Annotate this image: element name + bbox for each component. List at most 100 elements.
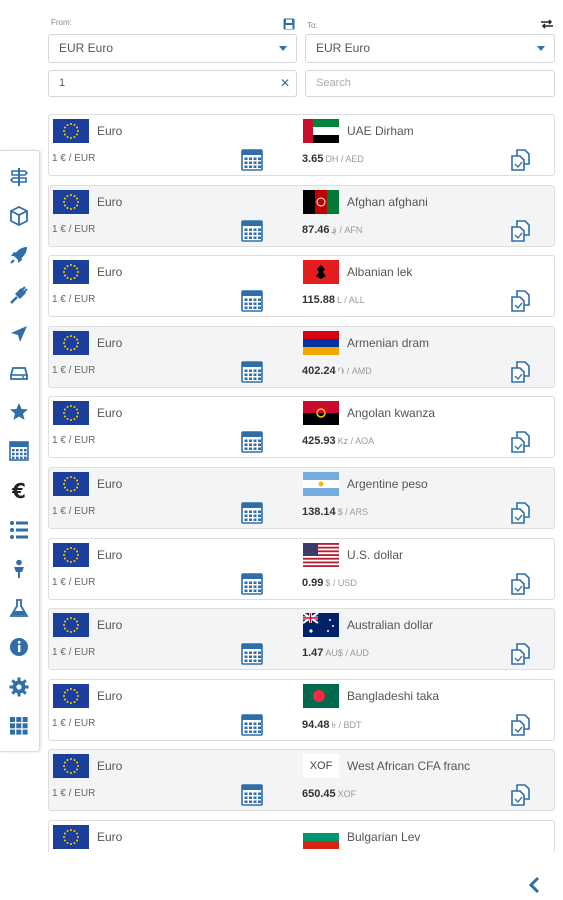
to-rate-unit: AU$ / AUD xyxy=(325,648,369,659)
euro-icon[interactable]: € xyxy=(6,478,32,504)
from-side: Euro 1 € / EUR xyxy=(49,115,299,177)
currency-row[interactable]: Euro 1 € / EUR Bangladeshi taka 94.48 ৳ /… xyxy=(48,678,555,742)
list-icon[interactable] xyxy=(6,517,32,543)
copy-icon[interactable] xyxy=(510,290,532,317)
amount-input[interactable]: 1 ✕ xyxy=(48,70,297,97)
calculator-icon[interactable] xyxy=(241,572,263,600)
flask-icon[interactable] xyxy=(6,595,32,621)
currency-row[interactable]: Euro 1 € / EUR Armenian dram 402.24 ֏ / A… xyxy=(48,325,555,389)
calculator-icon[interactable] xyxy=(241,219,263,247)
cube-icon[interactable] xyxy=(6,203,32,229)
calculator-icon[interactable] xyxy=(241,643,263,670)
calculator-icon[interactable] xyxy=(6,438,32,464)
copy-icon[interactable] xyxy=(510,431,532,458)
from-rate: 1 € / EUR xyxy=(52,153,96,164)
eu-flag-icon xyxy=(53,683,89,708)
to-side: Argentine peso 138.14 $ / ARS xyxy=(299,468,555,530)
calculator-icon[interactable] xyxy=(241,360,263,388)
from-currency-name: Euro xyxy=(97,335,123,350)
currency-row[interactable]: Euro 1 € / EUR Australian dollar 1.47 AU$… xyxy=(48,608,555,671)
to-side: Bulgarian Lev xyxy=(299,821,555,852)
to-side: U.S. dollar 0.99 $ / USD xyxy=(299,539,555,601)
to-currency-name: Bangladeshi taka xyxy=(347,688,440,703)
currency-row[interactable]: Euro 1 € / EUR Afghan afghani 87.46 ؋ / A… xyxy=(48,184,555,248)
bg-flag-icon xyxy=(303,825,339,849)
calculator-icon[interactable] xyxy=(241,784,263,811)
to-currency-name: Armenian dram xyxy=(347,335,430,350)
to-rate-value: 115.88 xyxy=(302,294,336,307)
from-side: Euro 1 € / EUR xyxy=(49,468,299,530)
location-arrow-icon[interactable] xyxy=(6,321,32,347)
am-flag-icon xyxy=(303,330,339,355)
to-rate-unit: Kz / AOA xyxy=(337,436,375,447)
currency-row[interactable]: Euro 1 € / EUR Angolan kwanza 425.93 Kz /… xyxy=(48,396,555,459)
person-icon[interactable] xyxy=(6,556,32,582)
to-currency-name: Angolan kwanza xyxy=(347,406,436,421)
gear-icon[interactable] xyxy=(6,674,32,700)
from-rate: 1 € / EUR xyxy=(52,435,96,447)
rocket-icon[interactable] xyxy=(6,242,32,268)
swap-arrows-icon[interactable] xyxy=(540,16,554,34)
to-rate: 402.24 ֏ / AMD xyxy=(302,365,372,377)
copy-icon[interactable] xyxy=(510,149,532,176)
from-currency-value: EUR Euro xyxy=(59,41,114,55)
to-rate-value: 0.99 xyxy=(302,576,324,589)
star-icon[interactable] xyxy=(6,399,32,425)
signpost-icon[interactable] xyxy=(6,164,32,190)
from-currency-name: Euro xyxy=(97,759,123,774)
search-input[interactable]: Search xyxy=(305,70,555,97)
currency-list: Euro 1 € / EUR UAE Dirham 3.65 DH / AED E… xyxy=(48,114,555,852)
from-rate: 1 € / EUR xyxy=(52,364,96,376)
to-rate-unit: $ / USD xyxy=(325,577,357,588)
currency-row[interactable]: Euro 1 € / EUR U.S. dollar 0.99 $ / USD xyxy=(48,537,555,601)
calculator-icon[interactable] xyxy=(241,149,263,176)
copy-icon[interactable] xyxy=(510,502,532,529)
calculator-icon[interactable] xyxy=(241,290,263,317)
to-rate-value: 87.46 xyxy=(302,223,330,236)
plug-icon[interactable] xyxy=(6,282,32,308)
currency-row[interactable]: Euro 1 € / EUR UAE Dirham 3.65 DH / AED xyxy=(48,114,555,176)
clear-icon[interactable]: ✕ xyxy=(280,76,290,90)
grid-icon[interactable] xyxy=(6,713,32,739)
us-flag-icon xyxy=(303,542,339,567)
to-rate-value: 94.48 xyxy=(302,718,330,731)
chevron-left-icon[interactable] xyxy=(528,876,540,899)
to-currency-name: Australian dollar xyxy=(347,618,434,633)
from-side: Euro 1 € / EUR xyxy=(49,680,299,742)
save-icon[interactable] xyxy=(283,17,295,35)
copy-icon[interactable] xyxy=(510,572,532,600)
ao-flag-icon xyxy=(303,401,339,426)
currency-row[interactable]: Euro Bulgarian Lev xyxy=(48,820,555,852)
to-currency-name: U.S. dollar xyxy=(347,547,404,562)
currency-row[interactable]: Euro 1 € / EUR XOF West African CFA fran… xyxy=(48,749,555,812)
from-currency-select[interactable]: EUR Euro xyxy=(48,34,297,63)
to-rate-unit: ৳ / BDT xyxy=(331,719,362,730)
from-rate: 1 € / EUR xyxy=(52,717,96,729)
to-currency-select[interactable]: EUR Euro xyxy=(305,34,555,63)
to-rate: 87.46 ؋ / AFN xyxy=(302,224,362,236)
copy-icon[interactable] xyxy=(510,784,532,811)
copy-icon[interactable] xyxy=(510,713,532,741)
to-side: Australian dollar 1.47 AU$ / AUD xyxy=(299,609,555,671)
to-currency-value: EUR Euro xyxy=(316,41,371,55)
calculator-icon[interactable] xyxy=(241,713,263,741)
drive-icon[interactable] xyxy=(6,360,32,386)
currency-row[interactable]: Euro 1 € / EUR Argentine peso 138.14 $ / … xyxy=(48,467,555,529)
from-side: Euro 1 € / EUR xyxy=(49,750,299,812)
info-icon[interactable] xyxy=(6,634,32,660)
from-side: Euro 1 € / EUR xyxy=(49,327,299,389)
to-currency-name: UAE Dirham xyxy=(347,124,414,138)
copy-icon[interactable] xyxy=(510,219,532,247)
from-currency-name: Euro xyxy=(97,830,123,844)
af-flag-icon xyxy=(303,189,339,214)
copy-icon[interactable] xyxy=(510,643,532,670)
from-side: Euro 1 € / EUR xyxy=(49,186,299,248)
from-side: Euro 1 € / EUR xyxy=(49,609,299,671)
calculator-icon[interactable] xyxy=(241,502,263,529)
calculator-icon[interactable] xyxy=(241,431,263,458)
sidebar: € xyxy=(0,150,40,752)
from-rate: 1 € / EUR xyxy=(52,647,96,659)
copy-icon[interactable] xyxy=(510,360,532,388)
currency-row[interactable]: Euro 1 € / EUR Albanian lek 115.88 L / AL… xyxy=(48,255,555,318)
from-currency-name: Euro xyxy=(97,265,123,280)
